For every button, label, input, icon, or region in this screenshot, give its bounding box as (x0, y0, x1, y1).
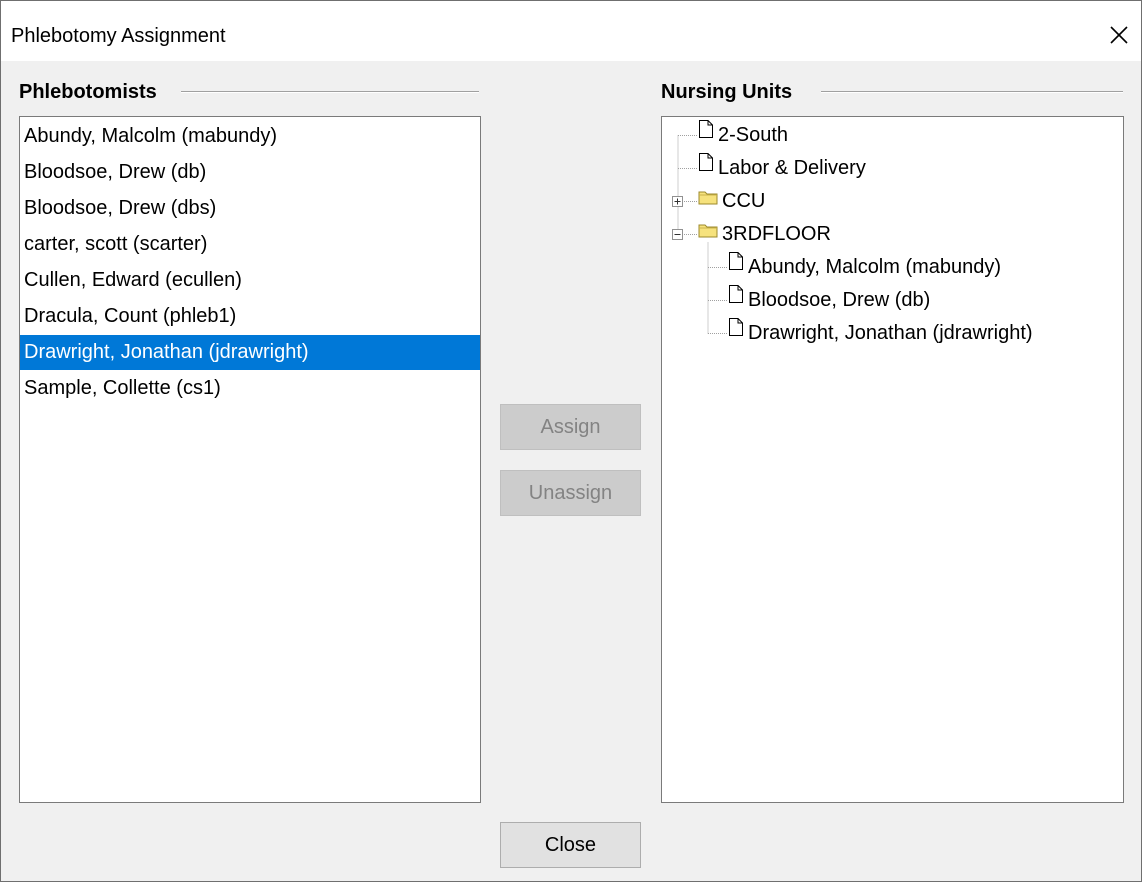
tree-node-label: Labor & Delivery (718, 157, 866, 180)
phlebotomists-label: Phlebotomists (19, 80, 165, 104)
phlebotomist-list-item[interactable]: Bloodsoe, Drew (dbs) (20, 191, 480, 226)
phlebotomist-list-item[interactable]: Bloodsoe, Drew (db) (20, 155, 480, 190)
phlebotomist-list-item[interactable]: Abundy, Malcolm (mabundy) (20, 119, 480, 154)
tree-folder-node[interactable]: CCU (698, 185, 765, 218)
nursing-units-label: Nursing Units (661, 80, 801, 104)
tree-node-label: CCU (722, 190, 766, 213)
document-icon (698, 150, 714, 183)
close-icon[interactable] (1105, 21, 1133, 49)
phlebotomist-list-item[interactable]: Dracula, Count (phleb1) (20, 299, 480, 334)
nursing-units-group-divider (821, 91, 1123, 93)
tree-node-label: 3RDFLOOR (722, 223, 831, 246)
close-button[interactable]: Close (500, 822, 641, 868)
tree-leaf-node[interactable]: 2-South (698, 119, 788, 152)
title-bar: Phlebotomy Assignment (1, 1, 1141, 61)
tree-leaf-node[interactable]: Abundy, Malcolm (mabundy) (728, 251, 1001, 284)
phlebotomists-listbox[interactable]: Abundy, Malcolm (mabundy) Bloodsoe, Drew … (19, 116, 481, 803)
document-icon (728, 249, 744, 282)
phlebotomist-list-item[interactable]: Drawright, Jonathan (jdrawright) (20, 335, 480, 370)
tree-node-label: Abundy, Malcolm (mabundy) (748, 256, 1002, 279)
tree-node-label: Bloodsoe, Drew (db) (748, 289, 931, 312)
phlebotomists-group-divider (181, 91, 479, 93)
nursing-units-tree[interactable]: 2-South Labor & Delivery CCU 3RDFLOOR Abundy… (661, 116, 1124, 803)
tree-node-label: Drawright, Jonathan (jdrawright) (748, 322, 1033, 345)
window-title: Phlebotomy Assignment (11, 25, 226, 47)
phlebotomist-list-item[interactable]: carter, scott (scarter) (20, 227, 480, 262)
phlebotomist-list-item[interactable]: Sample, Collette (cs1) (20, 371, 480, 406)
document-icon (728, 315, 744, 348)
document-icon (698, 117, 714, 150)
tree-leaf-node[interactable]: Drawright, Jonathan (jdrawright) (728, 317, 1033, 350)
expand-toggle-icon[interactable] (672, 195, 683, 207)
folder-icon (698, 216, 718, 249)
tree-leaf-node[interactable]: Labor & Delivery (698, 152, 866, 185)
tree-leaf-node[interactable]: Bloodsoe, Drew (db) (728, 284, 930, 317)
collapse-toggle-icon[interactable] (672, 228, 683, 240)
tree-folder-node[interactable]: 3RDFLOOR (698, 218, 831, 251)
assign-button[interactable]: Assign (500, 404, 641, 450)
folder-icon (698, 183, 718, 216)
phlebotomist-list-item[interactable]: Cullen, Edward (ecullen) (20, 263, 480, 298)
document-icon (728, 282, 744, 315)
phlebotomy-assignment-dialog: Phlebotomy Assignment Phlebotomists Abun… (0, 0, 1142, 882)
tree-node-label: 2-South (718, 124, 789, 147)
unassign-button[interactable]: Unassign (500, 470, 641, 516)
